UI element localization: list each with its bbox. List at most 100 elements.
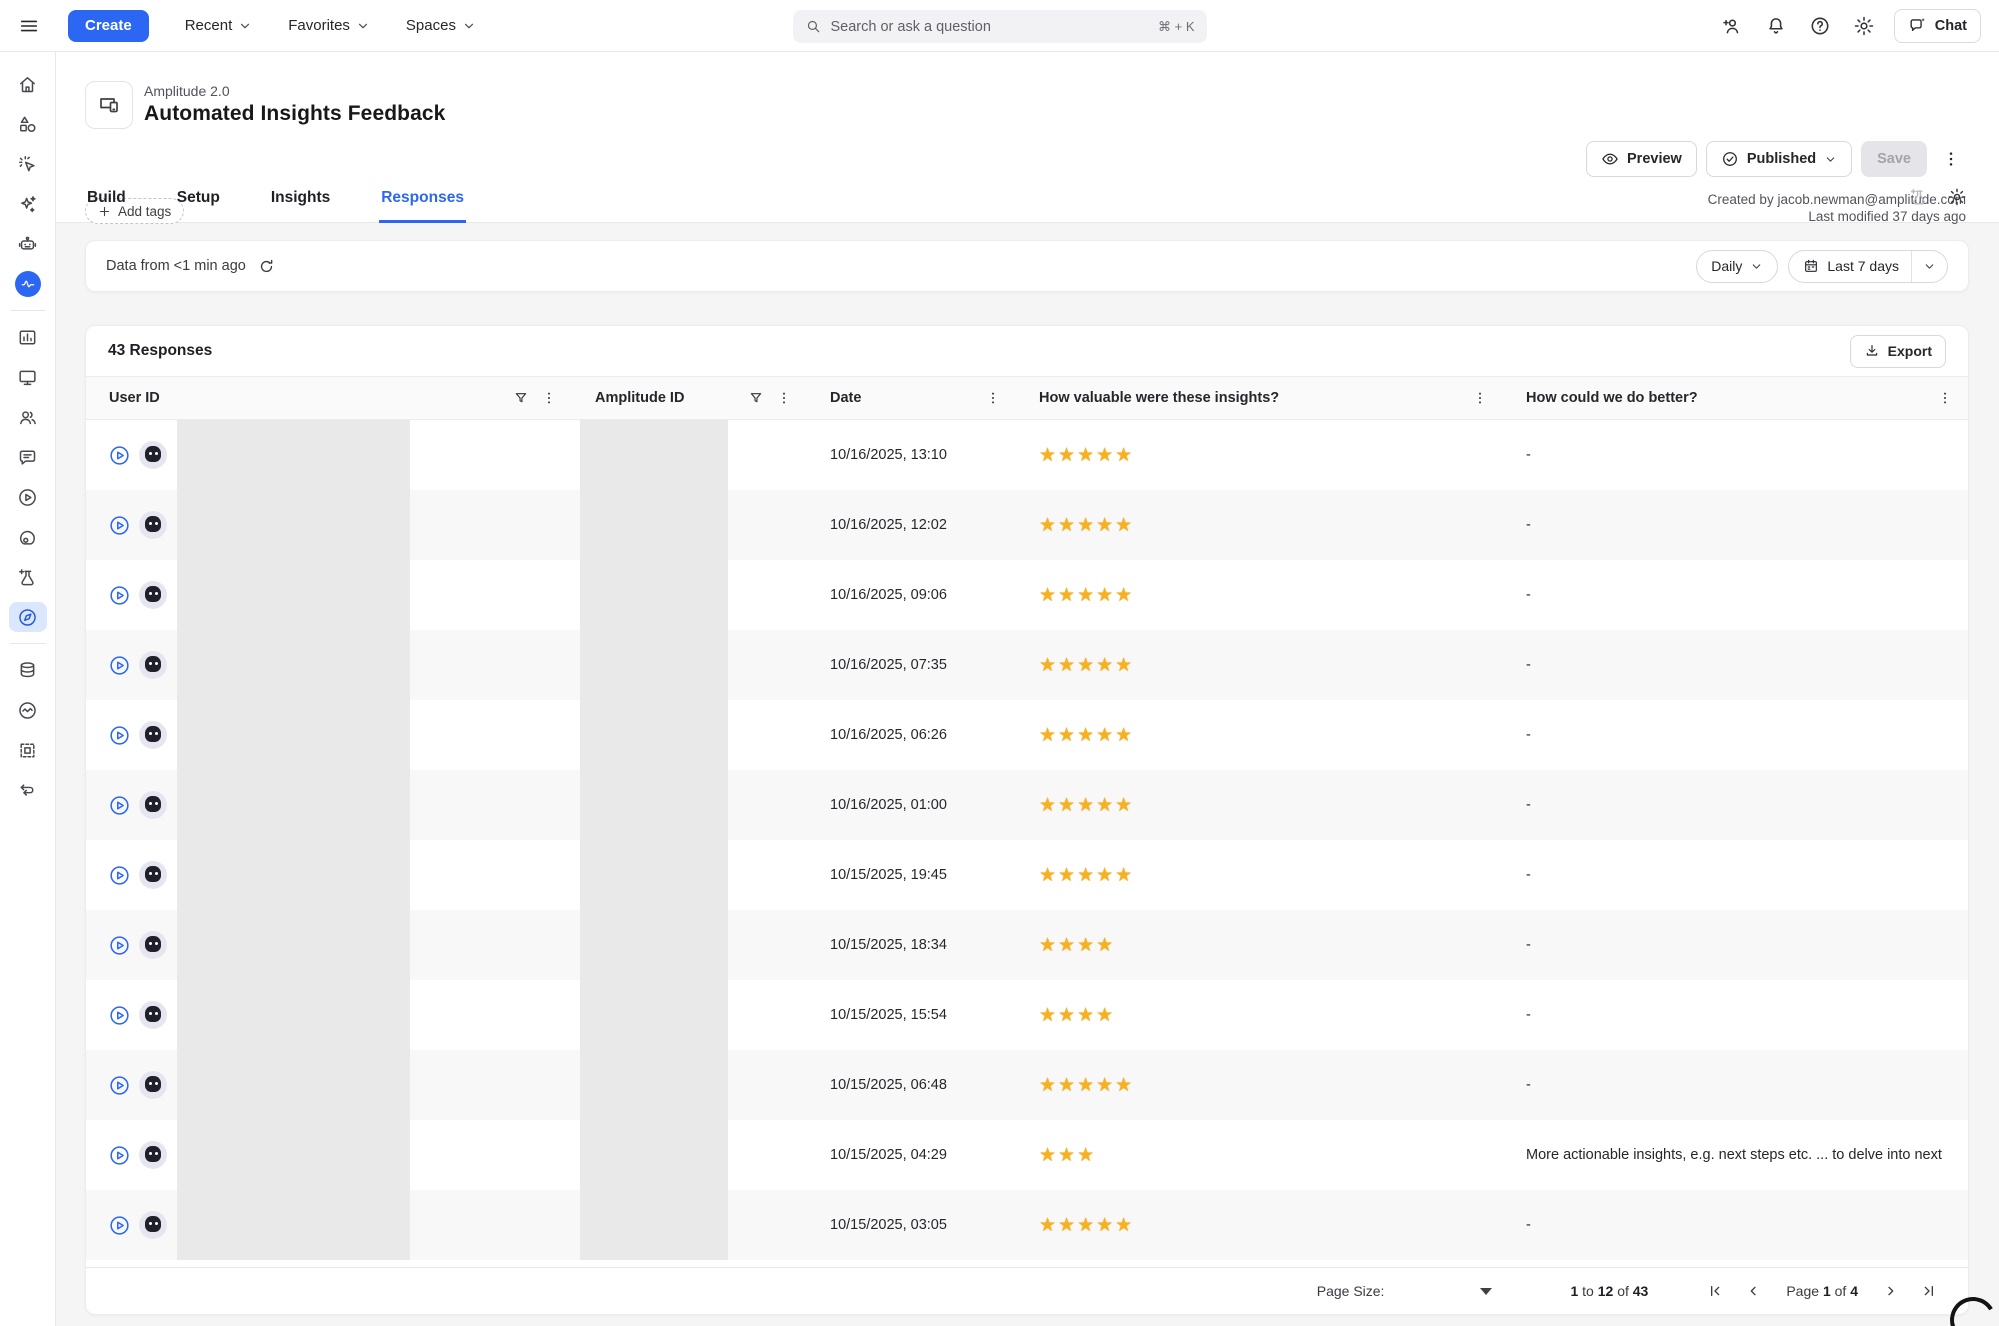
date-cell-text: 10/16/2025, 07:35 [830,657,947,673]
first-page-button[interactable] [1700,1276,1730,1306]
experiment-shortcut-button[interactable] [1903,181,1935,213]
amplitude-id-cell [572,560,807,630]
redacted-amplitude-id [580,630,728,700]
pagination-bar: Page Size: 1 to 12 of 43 Page 1 of 4 [86,1267,1968,1314]
help-button[interactable] [1802,8,1838,44]
hamburger-menu-button[interactable] [18,15,40,37]
column-menu-button[interactable] [980,385,1006,411]
sidebar-item-guides-surveys[interactable] [8,597,48,637]
range-to: 12 [1598,1283,1614,1299]
prev-page-button[interactable] [1738,1276,1768,1306]
sidebar-item-frame[interactable] [8,730,48,770]
feedback-cell: - [1503,1050,1968,1120]
top-navbar: Create Recent Favorites Spaces ⌘ + K Cha… [0,0,1999,52]
recent-menu[interactable]: Recent [185,17,253,34]
sidebar-item-cursor-click[interactable] [8,144,48,184]
sidebar-item-amplitude[interactable] [8,264,48,304]
column-menu-button[interactable] [1467,385,1493,411]
sidebar-item-monitoring[interactable] [8,690,48,730]
spaces-menu[interactable]: Spaces [406,17,476,34]
sidebar-item-heatmap[interactable] [8,517,48,557]
rating-cell: ★★★★★ [1016,630,1503,700]
date-cell-text: 10/16/2025, 13:10 [830,447,947,463]
star-rating: ★★★★★ [1016,654,1134,677]
sidebar-item-bot[interactable] [8,224,48,264]
table-row: 10/15/2025, 19:45 ★★★★★ - [86,840,1968,910]
published-dropdown[interactable]: Published [1706,141,1852,177]
feedback-cell-text: - [1503,727,1535,743]
search-input[interactable] [831,19,1150,35]
tab-insights[interactable]: Insights [269,189,332,223]
favorites-menu[interactable]: Favorites [288,17,370,34]
play-session-button[interactable] [108,724,131,747]
sidebar-divider [10,643,46,644]
date-cell-text: 10/16/2025, 09:06 [830,587,947,603]
play-session-button[interactable] [108,514,131,537]
column-menu-button[interactable] [1932,385,1958,411]
create-button[interactable]: Create [68,10,149,42]
sidebar-item-shapes[interactable] [8,104,48,144]
global-search[interactable]: ⌘ + K [793,10,1207,43]
invite-user-button[interactable] [1714,8,1750,44]
header-more-button[interactable] [1936,141,1966,177]
filter-button[interactable] [508,385,534,411]
feedback-cell: - [1503,490,1968,560]
sidebar-item-audiences[interactable] [8,397,48,437]
star-rating: ★★★★ [1016,1004,1115,1027]
range-of-word: of [1617,1283,1629,1299]
date-cell-text: 10/15/2025, 04:29 [830,1147,947,1163]
notifications-button[interactable] [1758,8,1794,44]
redacted-amplitude-id [580,700,728,770]
sidebar-item-analytics[interactable] [8,317,48,357]
play-session-button[interactable] [108,1144,131,1167]
play-session-button[interactable] [108,654,131,677]
save-button[interactable]: Save [1861,141,1927,177]
sidebar-item-data[interactable] [8,650,48,690]
play-session-button[interactable] [108,584,131,607]
export-button[interactable]: Export [1850,335,1946,368]
play-session-button[interactable] [108,1214,131,1237]
date-range-caret-button[interactable] [1912,251,1947,282]
data-freshness-bar: Data from <1 min ago Daily Last 7 days [85,240,1969,292]
sidebar-item-home[interactable] [8,64,48,104]
chat-button[interactable]: Chat [1894,9,1981,43]
tab-setup[interactable]: Setup [175,189,222,223]
play-session-button[interactable] [108,444,131,467]
last-page-button[interactable] [1914,1276,1944,1306]
column-menu-button[interactable] [536,385,562,411]
feedback-cell: - [1503,980,1968,1050]
granularity-dropdown[interactable]: Daily [1696,250,1778,283]
tab-build[interactable]: Build [85,189,128,223]
sidebar-item-comments[interactable] [8,437,48,477]
sidebar-item-connections[interactable] [8,770,48,810]
page-size-dropdown[interactable] [1480,1288,1492,1295]
redacted-amplitude-id [580,980,728,1050]
kebab-icon [776,390,792,406]
gear-icon [1853,15,1875,37]
column-menu-button[interactable] [771,385,797,411]
play-session-button[interactable] [108,864,131,887]
user-avatar [139,1211,167,1239]
play-session-button[interactable] [108,934,131,957]
filter-button[interactable] [743,385,769,411]
next-page-button[interactable] [1876,1276,1906,1306]
redacted-user-id [177,420,410,490]
preview-button[interactable]: Preview [1586,141,1697,177]
page-size-label: Page Size: [1317,1283,1385,1299]
sidebar-item-experiment[interactable] [8,557,48,597]
sidebar-item-session-replay[interactable] [8,477,48,517]
settings-button[interactable] [1846,8,1882,44]
tab-responses[interactable]: Responses [379,189,466,223]
feedback-cell: - [1503,700,1968,770]
play-session-button[interactable] [108,1074,131,1097]
amplitude-id-cell [572,980,807,1050]
refresh-button[interactable] [258,258,275,275]
play-session-button[interactable] [108,794,131,817]
sidebar-item-ai[interactable] [8,184,48,224]
survey-settings-button[interactable] [1941,181,1973,213]
date-range-button[interactable]: Last 7 days [1789,251,1911,282]
sidebar-item-dashboards[interactable] [8,357,48,397]
play-session-button[interactable] [108,1004,131,1027]
star-rating: ★★★ [1016,1144,1096,1167]
star-rating: ★★★★ [1016,934,1115,957]
